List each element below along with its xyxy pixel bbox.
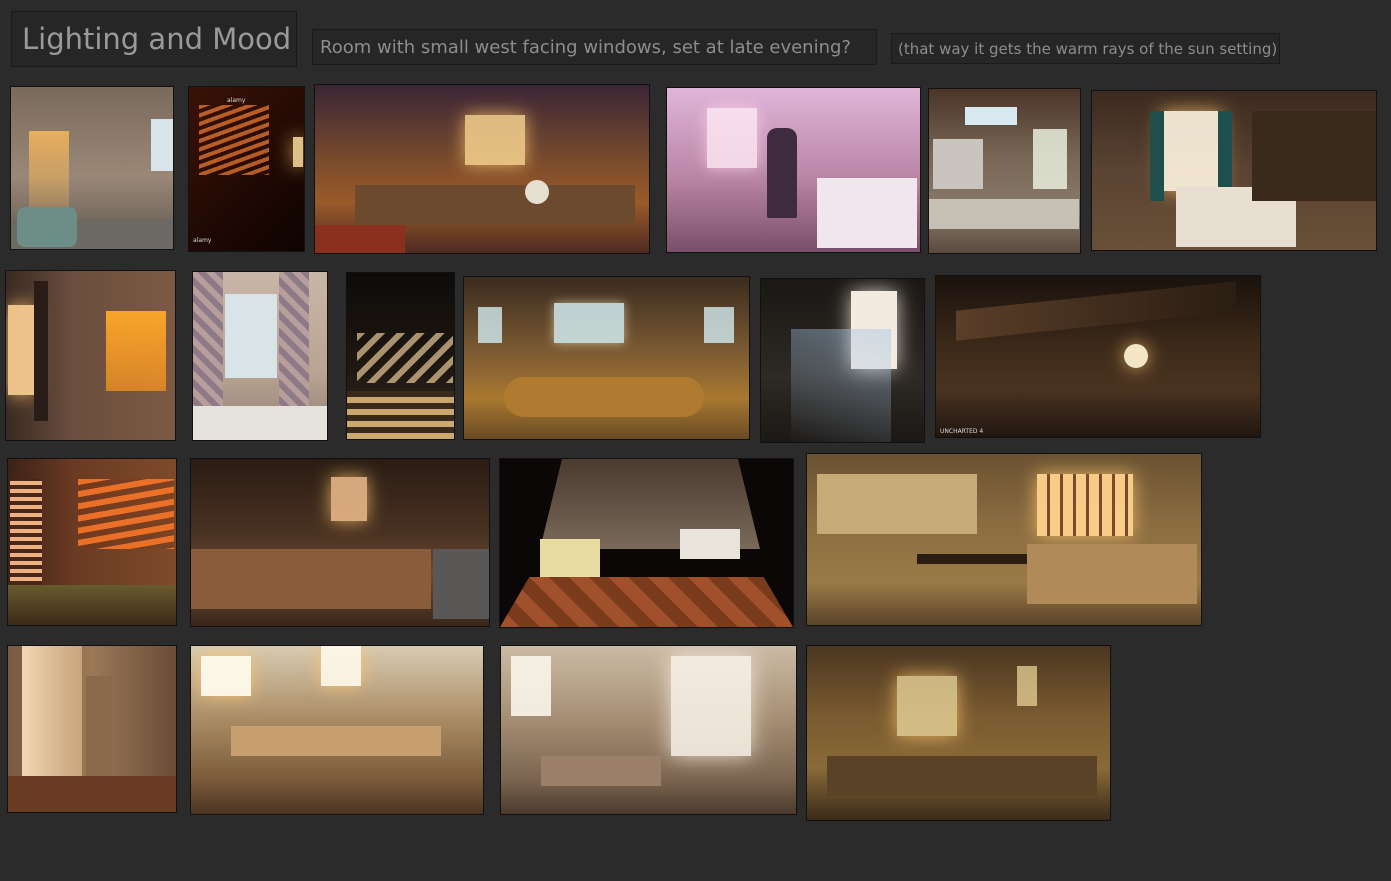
reference-image-bedroom-curtains[interactable]: [1091, 90, 1377, 251]
reference-image-modern-kitchen-sepia[interactable]: [806, 453, 1202, 626]
aside-text: (that way it gets the warm rays of the s…: [898, 39, 1278, 58]
watermark-text: UNCHARTED 4: [940, 428, 984, 435]
reference-image-dark-room-light-floor[interactable]: [346, 272, 455, 440]
watermark-text: alamy: [227, 97, 246, 104]
reference-image-room-orange-blinds[interactable]: [7, 458, 177, 626]
aside-note[interactable]: (that way it gets the warm rays of the s…: [891, 33, 1280, 64]
reference-image-pink-kitchen-illustration[interactable]: [666, 87, 921, 253]
reference-image-painted-kitchen-sepia[interactable]: [806, 645, 1111, 821]
reference-image-dark-room-blinds[interactable]: alamy alamy: [188, 86, 305, 252]
board-title-text: Lighting and Mood: [22, 22, 292, 56]
reference-image-window-light-beams[interactable]: [760, 278, 925, 443]
reference-image-dark-wood-kitchen[interactable]: [190, 458, 490, 627]
mood-board-canvas[interactable]: Lighting and Mood Room with small west f…: [0, 0, 1391, 881]
board-title-note[interactable]: Lighting and Mood: [11, 11, 297, 67]
watermark-text-bottom: alamy: [193, 237, 212, 244]
reference-image-hallway-sunlight[interactable]: [7, 645, 177, 813]
question-note[interactable]: Room with small west facing windows, set…: [312, 29, 877, 65]
reference-image-bedroom-sun-stripes[interactable]: [10, 86, 174, 250]
reference-image-kitchen-skylight[interactable]: [928, 88, 1081, 254]
reference-image-wall-sunset-window[interactable]: [5, 270, 176, 441]
reference-image-attic-room-game[interactable]: UNCHARTED 4: [935, 275, 1261, 438]
reference-image-painted-kitchen-pale[interactable]: [500, 645, 797, 815]
question-text: Room with small west facing windows, set…: [320, 36, 851, 58]
reference-image-cottage-kitchen-sea[interactable]: [463, 276, 750, 440]
reference-image-illustrated-kitchen-skull[interactable]: [314, 84, 650, 254]
reference-image-painted-kitchen-bright[interactable]: [190, 645, 484, 815]
reference-image-stylized-brick-kitchen[interactable]: [499, 458, 794, 628]
reference-image-bedroom-floral-curtains[interactable]: [192, 271, 328, 441]
